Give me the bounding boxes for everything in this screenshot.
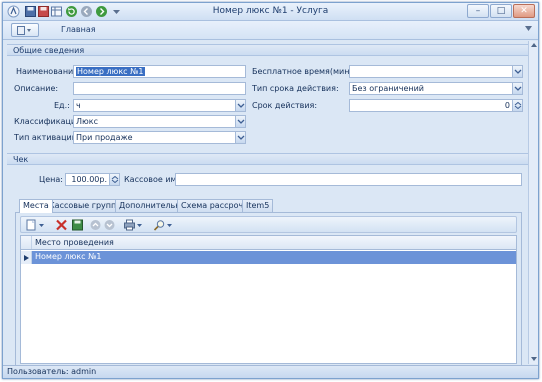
window: Номер люкс №1 - Услуга – □ ✕ Главная Общ… xyxy=(2,2,539,379)
check-section-header[interactable]: Чек xyxy=(7,153,534,165)
status-user: Пользователь: admin xyxy=(7,367,97,376)
vertical-scrollbar[interactable] xyxy=(528,41,538,364)
description-label: Описание: xyxy=(14,84,59,93)
app-menu-button[interactable] xyxy=(11,23,39,37)
cash-name-field[interactable] xyxy=(175,173,522,186)
help-icon[interactable] xyxy=(523,24,534,35)
description-field[interactable] xyxy=(73,82,246,95)
chevron-down-icon[interactable] xyxy=(166,219,173,231)
unit-value: ч xyxy=(76,101,81,110)
find-icon[interactable] xyxy=(153,219,166,231)
price-label: Цена: xyxy=(39,175,63,184)
price-spin-button[interactable] xyxy=(109,174,119,185)
places-tab-panel: Место проведения Номер люкс №1 xyxy=(15,212,522,367)
chevron-down-icon[interactable] xyxy=(136,219,143,231)
grid-toolbar xyxy=(20,216,517,233)
free-time-label: Бесплатное время(мин): xyxy=(252,67,356,76)
term-spinner[interactable]: 0 xyxy=(349,99,523,112)
grid-header-indicator xyxy=(21,236,32,249)
status-bar: Пользователь: admin xyxy=(3,365,538,378)
tab-home[interactable]: Главная xyxy=(61,25,96,34)
price-value: 100.00р. xyxy=(71,175,107,184)
general-section-header[interactable]: Общие сведения xyxy=(7,44,534,56)
check-panel: Цена: 100.00р. Кассовое имя: xyxy=(7,166,534,196)
scroll-up-icon[interactable] xyxy=(530,42,538,48)
app-menu-icon xyxy=(17,26,31,35)
close-button[interactable]: ✕ xyxy=(513,4,535,18)
save-grid-icon[interactable] xyxy=(71,219,84,231)
current-row-arrow-icon xyxy=(24,255,29,261)
title-bar: Номер люкс №1 - Услуга – □ ✕ xyxy=(3,3,538,21)
cell-place[interactable]: Номер люкс №1 xyxy=(35,252,102,261)
chevron-down-icon xyxy=(237,119,245,124)
table-row[interactable]: Номер люкс №1 xyxy=(21,251,516,264)
term-type-dropdown-button[interactable] xyxy=(512,83,522,94)
chevron-down-icon xyxy=(237,103,245,108)
classification-select[interactable]: Люкс xyxy=(73,115,246,128)
chevron-down-icon[interactable] xyxy=(38,219,45,231)
places-grid: Место проведения Номер люкс №1 xyxy=(20,235,517,364)
classification-value: Люкс xyxy=(76,117,98,126)
delete-icon[interactable] xyxy=(55,219,68,231)
move-down-icon[interactable] xyxy=(103,219,116,231)
chevron-down-icon xyxy=(237,135,245,140)
free-time-dropdown-button[interactable] xyxy=(512,66,522,77)
spin-icon xyxy=(111,176,119,183)
term-type-label: Тип срока действия: xyxy=(252,84,339,93)
activation-dropdown-button[interactable] xyxy=(235,132,245,143)
term-type-select[interactable]: Без ограничений xyxy=(349,82,523,95)
column-header-place[interactable]: Место проведения xyxy=(35,238,114,247)
activation-select[interactable]: При продаже xyxy=(73,131,246,144)
minimize-button[interactable]: – xyxy=(467,4,489,18)
tab-places[interactable]: Места xyxy=(19,199,53,213)
chevron-down-icon xyxy=(514,69,522,74)
tab-item5[interactable]: Item5 xyxy=(242,199,274,212)
term-value: 0 xyxy=(504,101,510,110)
row-indicator xyxy=(21,251,32,264)
general-panel: Наименование: Номер люкс №1 Описание: Ед… xyxy=(7,57,534,149)
scroll-down-icon[interactable] xyxy=(530,356,538,362)
new-record-icon[interactable] xyxy=(25,219,38,231)
term-type-value: Без ограничений xyxy=(352,84,424,93)
ribbon: Главная xyxy=(3,21,538,40)
name-label: Наименование: xyxy=(16,67,81,76)
term-label: Срок действия: xyxy=(252,101,318,110)
window-title: Номер люкс №1 - Услуга xyxy=(212,6,329,16)
move-up-icon[interactable] xyxy=(89,219,102,231)
free-time-select[interactable] xyxy=(349,65,523,78)
print-icon[interactable] xyxy=(123,219,136,231)
unit-label: Ед.: xyxy=(54,101,70,110)
name-value: Номер люкс №1 xyxy=(76,67,145,76)
activation-value: При продаже xyxy=(76,133,133,142)
term-spin-button[interactable] xyxy=(512,100,522,111)
grid-header: Место проведения xyxy=(21,236,516,250)
unit-select[interactable]: ч xyxy=(73,99,246,112)
spin-icon xyxy=(514,102,522,109)
unit-dropdown-button[interactable] xyxy=(235,100,245,111)
price-field[interactable]: 100.00р. xyxy=(65,173,120,186)
activation-label: Тип активации: xyxy=(14,133,80,142)
chevron-down-icon xyxy=(514,86,522,91)
name-field[interactable]: Номер люкс №1 xyxy=(73,65,246,78)
maximize-button[interactable]: □ xyxy=(490,4,512,18)
classification-dropdown-button[interactable] xyxy=(235,116,245,127)
